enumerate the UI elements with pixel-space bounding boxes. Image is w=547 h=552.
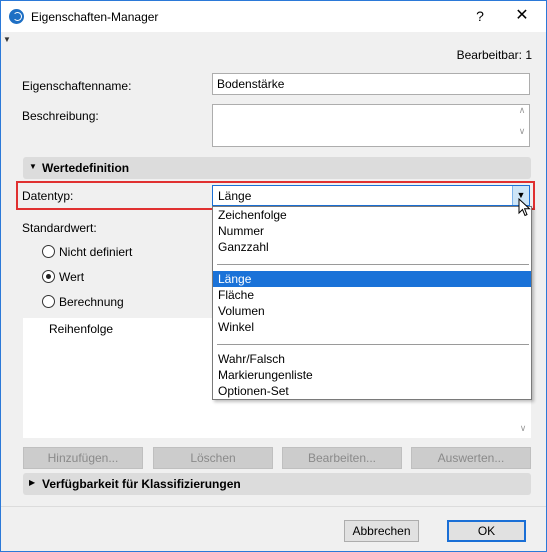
radio-label: Berechnung bbox=[59, 295, 124, 309]
add-button[interactable]: Hinzufügen... bbox=[23, 447, 143, 469]
app-icon bbox=[9, 9, 24, 24]
classification-section[interactable]: ▶ Verfügbarkeit für Klassifizierungen bbox=[23, 473, 531, 495]
description-label: Beschreibung: bbox=[22, 109, 99, 123]
editable-count: Bearbeitbar: 1 bbox=[456, 48, 532, 62]
help-button[interactable]: ? bbox=[469, 6, 491, 26]
close-button[interactable]: ✕ bbox=[511, 6, 533, 26]
radio-label: Nicht definiert bbox=[59, 245, 133, 259]
radio-button[interactable] bbox=[42, 295, 55, 308]
scroll-down-icon[interactable]: ∨ bbox=[515, 126, 529, 137]
dropdown-option[interactable]: Markierungenliste bbox=[213, 367, 531, 383]
triangle-down-icon: ▼ bbox=[29, 162, 37, 171]
dropdown-option[interactable]: Wahr/Falsch bbox=[213, 351, 531, 367]
dropdown-option-selected[interactable]: Länge bbox=[213, 271, 531, 287]
datatype-label: Datentyp: bbox=[22, 189, 74, 203]
default-value-label: Standardwert: bbox=[22, 221, 97, 235]
list-column-header: Reihenfolge bbox=[49, 322, 114, 336]
delete-button[interactable]: Löschen bbox=[153, 447, 273, 469]
datatype-select-value: Länge bbox=[218, 189, 252, 203]
radio-label: Wert bbox=[59, 270, 85, 284]
dropdown-option[interactable]: Volumen bbox=[213, 303, 531, 319]
property-name-input[interactable]: Bodenstärke bbox=[212, 73, 530, 95]
window-title: Eigenschaften-Manager bbox=[31, 10, 159, 24]
classification-title: Verfügbarkeit für Klassifizierungen bbox=[42, 477, 241, 491]
cancel-button[interactable]: Abbrechen bbox=[344, 520, 419, 542]
scroll-down-icon[interactable]: ∨ bbox=[515, 423, 531, 434]
properties-manager-dialog: Eigenschaften-Manager ? ✕ ▼ Bearbeitbar:… bbox=[0, 0, 547, 552]
footer-divider bbox=[1, 506, 546, 507]
property-name-value: Bodenstärke bbox=[217, 77, 285, 91]
dropdown-separator bbox=[217, 264, 529, 265]
title-bar: Eigenschaften-Manager ? ✕ bbox=[1, 1, 546, 32]
ok-button[interactable]: OK bbox=[447, 520, 526, 542]
dropdown-option[interactable]: Fläche bbox=[213, 287, 531, 303]
triangle-right-icon: ▶ bbox=[29, 478, 36, 487]
dropdown-separator bbox=[217, 344, 529, 345]
radio-button[interactable] bbox=[42, 270, 55, 283]
description-textarea[interactable]: ∧ ∨ bbox=[212, 104, 530, 147]
dropdown-option[interactable]: Winkel bbox=[213, 319, 531, 335]
scroll-up-icon[interactable]: ∧ bbox=[515, 105, 529, 116]
mouse-pointer-icon bbox=[518, 198, 531, 217]
edit-button[interactable]: Bearbeiten... bbox=[282, 447, 402, 469]
dropdown-option[interactable]: Ganzzahl bbox=[213, 239, 531, 255]
triangle-down-icon: ▼ bbox=[3, 35, 11, 44]
dropdown-option[interactable]: Zeichenfolge bbox=[213, 207, 531, 223]
evaluate-button[interactable]: Auswerten... bbox=[411, 447, 531, 469]
description-scrollbar[interactable]: ∧ ∨ bbox=[515, 105, 529, 146]
datatype-dropdown-list[interactable]: Zeichenfolge Nummer Ganzzahl Länge Fläch… bbox=[212, 206, 532, 400]
dropdown-option[interactable]: Optionen-Set bbox=[213, 383, 531, 399]
datatype-select[interactable]: Länge ▼ bbox=[212, 185, 530, 206]
value-definition-section[interactable]: ▼ Wertedefinition bbox=[23, 157, 531, 179]
dropdown-option[interactable]: Nummer bbox=[213, 223, 531, 239]
value-definition-title: Wertedefinition bbox=[42, 161, 130, 175]
property-name-label: Eigenschaftenname: bbox=[22, 79, 132, 93]
radio-button[interactable] bbox=[42, 245, 55, 258]
